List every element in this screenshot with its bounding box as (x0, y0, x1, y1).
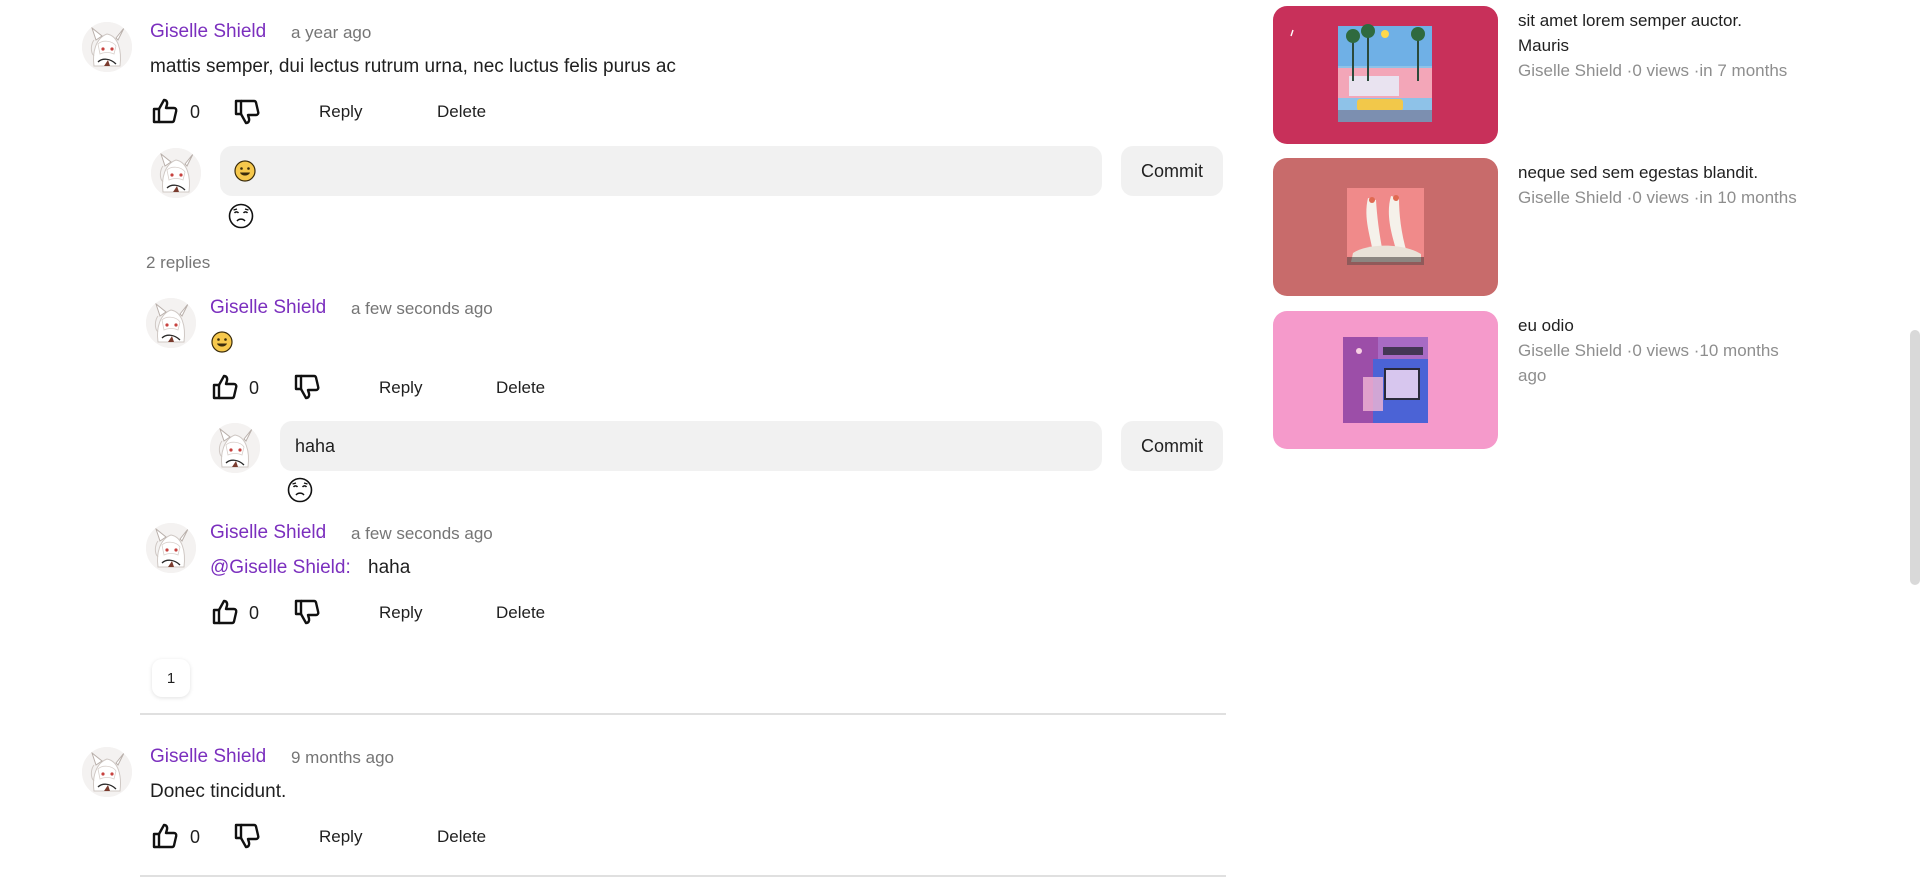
avatar[interactable] (82, 22, 132, 72)
video-thumbnail[interactable] (1273, 6, 1498, 144)
reply-input[interactable]: haha (280, 421, 1102, 471)
video-thumbnail[interactable] (1273, 311, 1498, 449)
avatar-image (82, 22, 132, 72)
replies-count[interactable]: 2 replies (146, 253, 210, 273)
comment-author[interactable]: Giselle Shield (150, 746, 266, 768)
thumbs-down-icon (233, 822, 261, 850)
emoji-picker-button[interactable] (228, 203, 254, 234)
sleepy-face-icon (228, 203, 254, 229)
video-meta: Giselle Shield ·0 views ·10 months (1518, 341, 1779, 360)
reply-button[interactable]: Reply (319, 102, 362, 122)
delete-button[interactable]: Delete (496, 603, 545, 623)
video-title[interactable]: sit amet lorem semper auctor. (1518, 8, 1742, 33)
emoji-picker-button[interactable] (287, 477, 313, 508)
video-title[interactable]: Mauris (1518, 33, 1569, 58)
comment-text: Donec tincidunt. (150, 781, 287, 802)
thumbs-up-icon (211, 373, 239, 401)
pagination-page-1[interactable]: 1 (152, 659, 190, 697)
avatar-image (146, 298, 196, 348)
sleepy-face-icon (287, 477, 313, 503)
dislike-button[interactable] (293, 598, 321, 626)
like-button[interactable] (211, 373, 239, 401)
delete-button[interactable]: Delete (437, 102, 486, 122)
thumbs-up-icon (151, 97, 179, 125)
thumbs-up-icon (151, 822, 179, 850)
like-count: 0 (190, 827, 201, 847)
commit-button[interactable]: Commit (1121, 146, 1223, 196)
reply-box-avatar (210, 423, 260, 473)
like-count: 0 (249, 603, 260, 623)
delete-button[interactable]: Delete (496, 378, 545, 398)
video-title[interactable]: neque sed sem egestas blandit. (1518, 160, 1758, 185)
reply-button[interactable]: Reply (379, 603, 422, 623)
thumbs-up-icon (211, 598, 239, 626)
like-button[interactable] (211, 598, 239, 626)
avatar-image (82, 747, 132, 797)
comment-author[interactable]: Giselle Shield (150, 21, 266, 43)
thumbnail-artwork (1290, 24, 1432, 122)
like-count: 0 (249, 378, 260, 398)
comment-divider (140, 875, 1226, 877)
reply-button[interactable]: Reply (379, 378, 422, 398)
mention-link[interactable]: @Giselle Shield: (210, 557, 351, 579)
avatar[interactable] (146, 298, 196, 348)
video-meta: ago (1518, 366, 1547, 385)
reply-box-avatar (151, 148, 201, 198)
video-title[interactable]: eu odio (1518, 313, 1574, 338)
like-button[interactable] (151, 97, 179, 125)
comment-text: haha (368, 557, 411, 578)
reply-input-value: haha (295, 435, 336, 456)
like-count: 0 (190, 102, 201, 122)
reply-button[interactable]: Reply (319, 827, 362, 847)
avatar-image (151, 148, 201, 198)
avatar[interactable] (146, 523, 196, 573)
thumbs-down-icon (293, 373, 321, 401)
comment-emoji (211, 331, 233, 358)
comment-divider (140, 713, 1226, 715)
avatar[interactable] (82, 747, 132, 797)
thumbs-down-icon (233, 98, 261, 126)
commit-button[interactable]: Commit (1121, 421, 1223, 471)
video-thumbnail[interactable] (1273, 158, 1498, 296)
dislike-button[interactable] (293, 373, 321, 401)
dislike-button[interactable] (233, 98, 261, 126)
thumbnail-artwork (1343, 337, 1428, 423)
comment-time: 9 months ago (291, 748, 395, 767)
dislike-button[interactable] (233, 822, 261, 850)
thumbnail-artwork (1347, 188, 1424, 265)
comment-author[interactable]: Giselle Shield (210, 522, 326, 544)
like-button[interactable] (151, 822, 179, 850)
video-meta: Giselle Shield ·0 views ·in 7 months (1518, 61, 1788, 80)
comment-time: a few seconds ago (351, 524, 493, 543)
comment-author[interactable]: Giselle Shield (210, 297, 326, 319)
video-meta: Giselle Shield ·0 views ·in 10 months (1518, 188, 1797, 207)
smile-emoji-icon (234, 160, 256, 182)
delete-button[interactable]: Delete (437, 827, 486, 847)
avatar-image (210, 423, 260, 473)
smile-emoji-icon (211, 331, 233, 353)
comment-time: a few seconds ago (351, 299, 493, 318)
comment-time: a year ago (291, 23, 372, 42)
avatar-image (146, 523, 196, 573)
thumbs-down-icon (293, 598, 321, 626)
page-scrollbar[interactable] (1910, 330, 1920, 585)
comment-text: mattis semper, dui lectus rutrum urna, n… (150, 56, 676, 77)
reply-input[interactable] (220, 146, 1102, 196)
